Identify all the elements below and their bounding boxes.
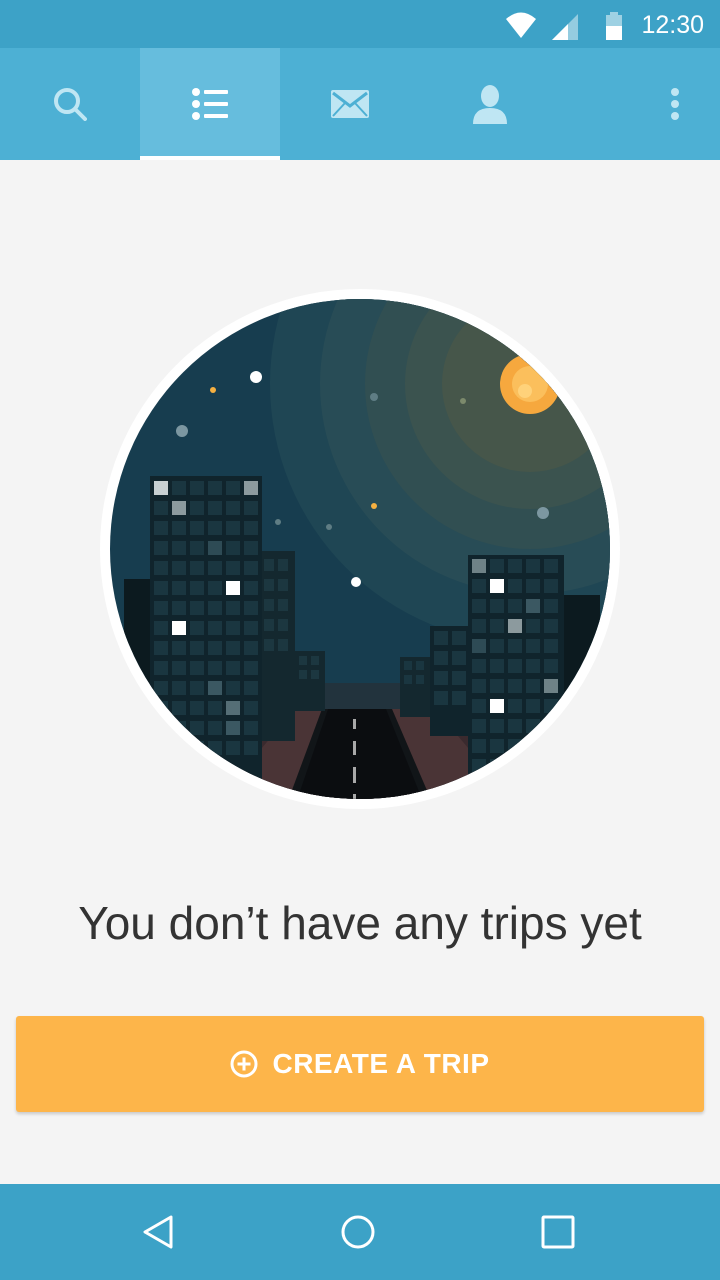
tab-trips[interactable]	[140, 48, 280, 160]
create-trip-label: CREATE A TRIP	[272, 1048, 490, 1079]
empty-state-message: You don’t have any trips yet	[78, 897, 642, 949]
envelope-icon	[331, 90, 369, 118]
app-tab-bar	[0, 48, 720, 160]
nav-home-button[interactable]	[298, 1184, 418, 1280]
tab-search[interactable]	[0, 48, 140, 160]
person-icon	[473, 85, 507, 124]
create-trip-button[interactable]: CREATE A TRIP	[16, 1016, 704, 1112]
battery-icon	[606, 12, 622, 40]
tab-profile[interactable]	[420, 48, 560, 160]
status-bar: 12:30	[0, 0, 720, 48]
add-circle-icon	[230, 1050, 258, 1078]
home-icon	[341, 1215, 375, 1249]
night-city-road-illustration	[100, 289, 620, 809]
system-nav-bar	[0, 1184, 720, 1280]
cell-signal-icon	[552, 14, 578, 40]
list-icon	[192, 88, 228, 120]
nav-recents-button[interactable]	[498, 1184, 618, 1280]
search-icon	[54, 88, 87, 121]
wifi-icon	[506, 12, 536, 38]
nav-back-button[interactable]	[98, 1184, 218, 1280]
status-time: 12:30	[641, 11, 704, 39]
active-tab-indicator	[140, 156, 280, 160]
more-vert-icon	[671, 88, 679, 120]
back-icon	[143, 1215, 173, 1249]
recents-icon	[541, 1215, 575, 1249]
tab-messages[interactable]	[280, 48, 420, 160]
overflow-menu-button[interactable]	[630, 48, 720, 160]
